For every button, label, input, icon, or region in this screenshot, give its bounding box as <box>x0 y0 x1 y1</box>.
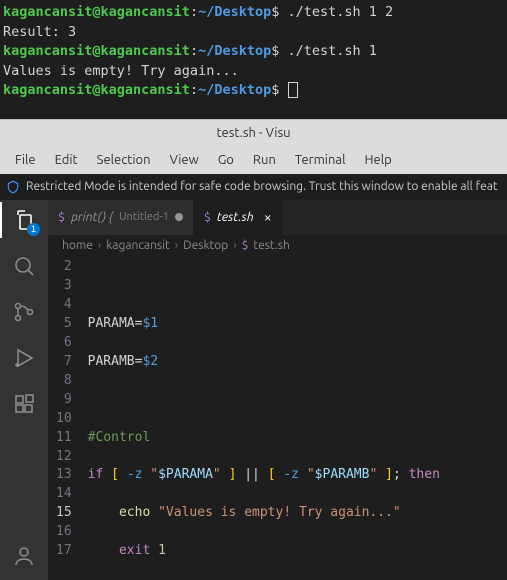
code-body[interactable]: PARAMA=$1 PARAMB=$2 #Control if [ -z "$P… <box>88 256 440 580</box>
code-editor[interactable]: 2 3 4 5 6 7 8 9 10 11 12 13 14 15 16 17 <box>48 256 507 580</box>
run-debug-icon[interactable] <box>12 346 36 370</box>
term-line: kagancansit@kagancansit:~/Desktop$ ./tes… <box>3 42 504 62</box>
modified-dot-icon <box>175 213 183 221</box>
term-output: Values is empty! Try again... <box>3 62 504 82</box>
menu-terminal[interactable]: Terminal <box>286 150 355 170</box>
crumb[interactable]: test.sh <box>253 239 289 252</box>
term-user: kagancansit@kagancansit <box>3 43 190 59</box>
window-title: test.sh - Visu <box>0 119 507 146</box>
term-command: ./test.sh 1 2 <box>288 4 394 20</box>
term-line: kagancansit@kagancansit:~/Desktop$ <box>3 81 504 101</box>
tab-bar: $ print() { Untitled-1 $ test.sh × <box>48 200 507 235</box>
search-icon[interactable] <box>12 254 36 278</box>
tab-sublabel: Untitled-1 <box>119 211 169 223</box>
shield-icon <box>6 180 20 194</box>
term-path: ~/Desktop <box>198 43 271 59</box>
term-line: kagancansit@kagancansit:~/Desktop$ ./tes… <box>3 3 504 23</box>
file-icon: $ <box>58 210 65 224</box>
terminal-cursor <box>288 82 298 98</box>
restricted-text: Restricted Mode is intended for safe cod… <box>26 180 498 193</box>
menu-go[interactable]: Go <box>209 150 243 170</box>
restricted-mode-banner[interactable]: Restricted Mode is intended for safe cod… <box>0 174 507 200</box>
explorer-badge: 1 <box>27 223 40 236</box>
menu-edit[interactable]: Edit <box>46 150 87 170</box>
chevron-right-icon: › <box>175 239 178 252</box>
term-path: ~/Desktop <box>198 82 271 98</box>
menu-run[interactable]: Run <box>244 150 285 170</box>
gutter: 2 3 4 5 6 7 8 9 10 11 12 13 14 15 16 17 <box>48 256 88 580</box>
term-user: kagancansit@kagancansit <box>3 82 190 98</box>
terminal[interactable]: kagancansit@kagancansit:~/Desktop$ ./tes… <box>0 0 507 119</box>
vscode-window: test.sh - Visu File Edit Selection View … <box>0 119 507 580</box>
term-path: ~/Desktop <box>198 4 271 20</box>
accounts-icon[interactable] <box>12 544 36 568</box>
activity-bar: 1 <box>0 200 48 580</box>
source-control-icon[interactable] <box>12 300 36 324</box>
term-output: Result: 3 <box>3 23 504 43</box>
extensions-icon[interactable] <box>12 392 36 416</box>
crumb[interactable]: home <box>62 239 93 252</box>
term-command: ./test.sh 1 <box>288 43 377 59</box>
menubar: File Edit Selection View Go Run Terminal… <box>0 146 507 174</box>
chevron-right-icon: › <box>98 239 101 252</box>
crumb[interactable]: kagancansit <box>106 239 170 252</box>
menu-view[interactable]: View <box>161 150 208 170</box>
explorer-icon[interactable]: 1 <box>12 208 36 232</box>
file-icon: $ <box>204 210 211 224</box>
editor: $ print() { Untitled-1 $ test.sh × home ›… <box>48 200 507 580</box>
menu-file[interactable]: File <box>6 150 45 170</box>
tab-label: print() { <box>71 210 113 224</box>
chevron-right-icon: › <box>233 239 236 252</box>
file-icon: $ <box>242 239 249 252</box>
menu-selection[interactable]: Selection <box>88 150 160 170</box>
term-user: kagancansit@kagancansit <box>3 4 190 20</box>
tab-testsh[interactable]: $ test.sh × <box>194 200 283 235</box>
menu-help[interactable]: Help <box>355 150 400 170</box>
close-icon[interactable]: × <box>264 209 272 225</box>
breadcrumb[interactable]: home › kagancansit › Desktop › $ test.sh <box>48 235 507 256</box>
tab-untitled[interactable]: $ print() { Untitled-1 <box>48 200 194 235</box>
crumb[interactable]: Desktop <box>183 239 228 252</box>
tab-label: test.sh <box>217 210 254 224</box>
